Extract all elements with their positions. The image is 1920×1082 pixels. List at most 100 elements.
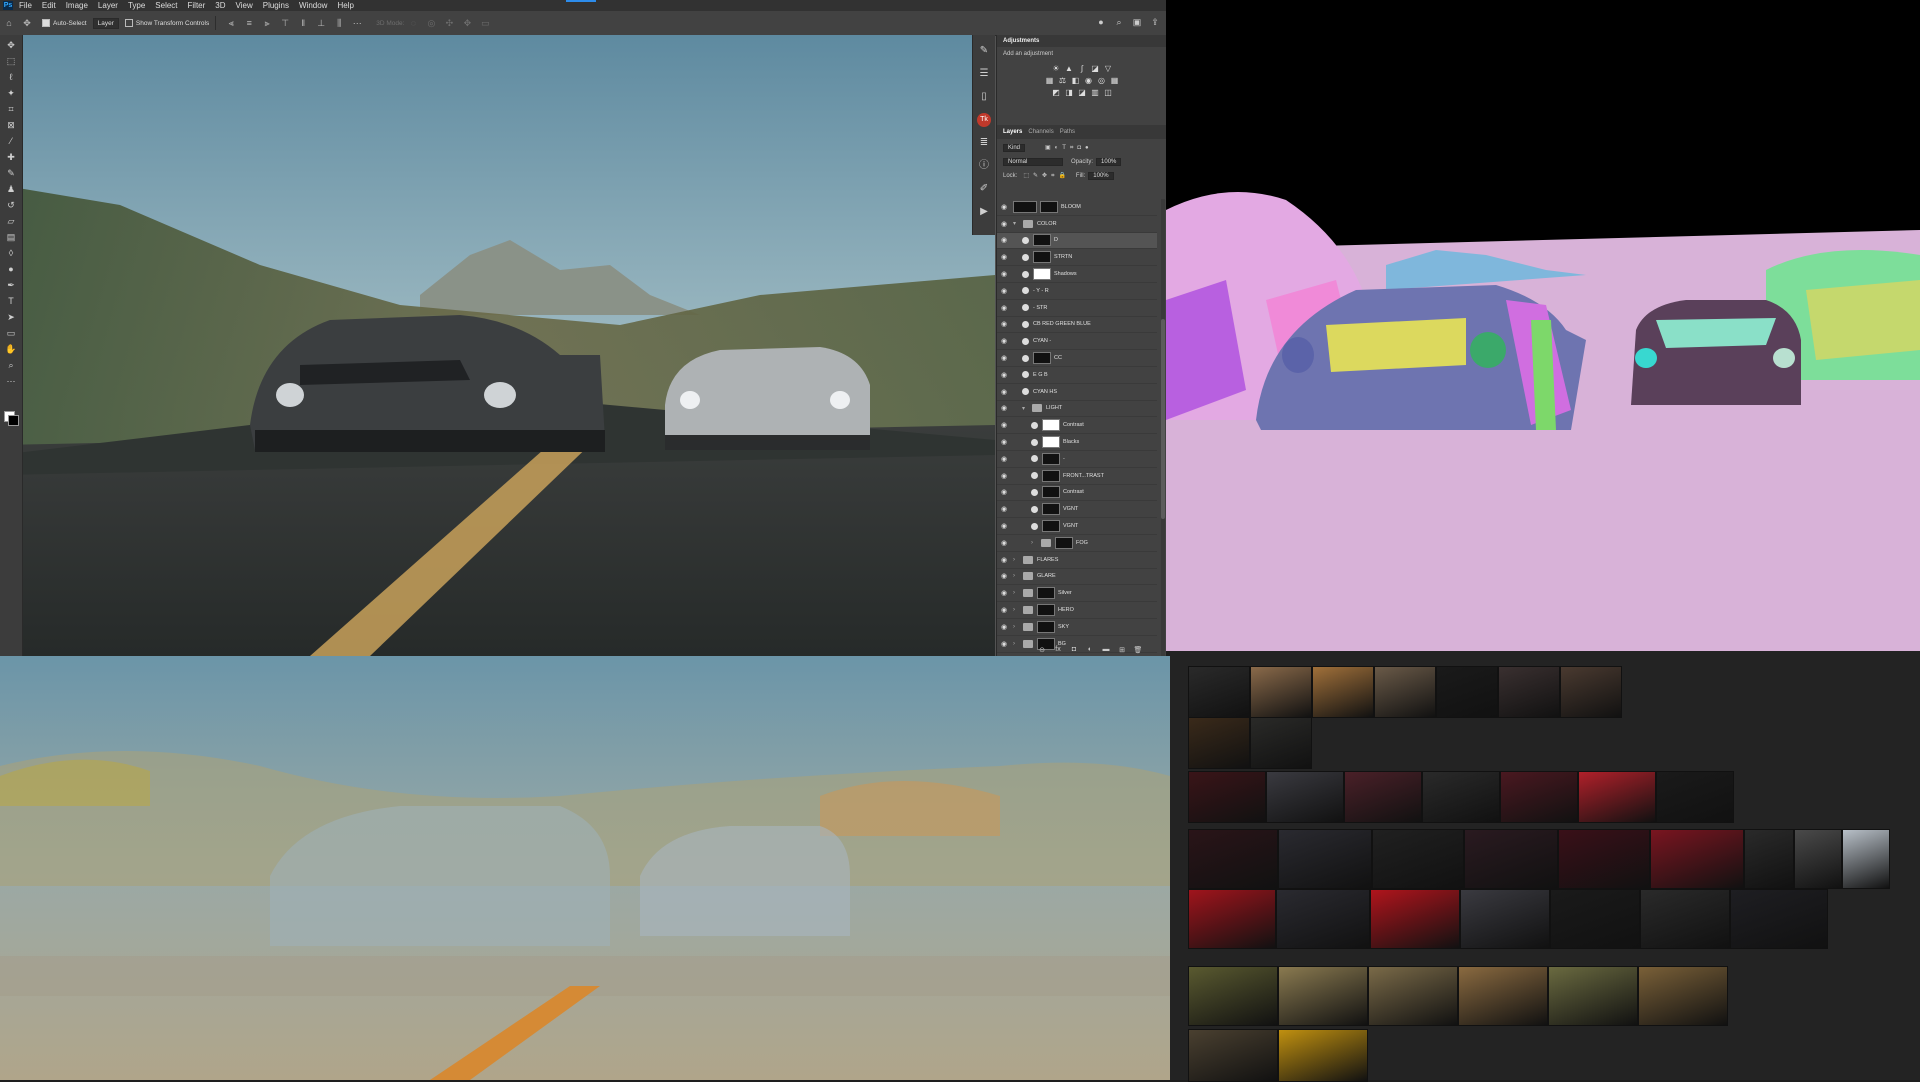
dodge-icon[interactable]: ● — [5, 263, 17, 275]
lock-icons[interactable]: ⬚✎✥⌗🔒 — [1023, 172, 1070, 180]
reference-thumbnail[interactable] — [1578, 771, 1656, 823]
visibility-eye-icon[interactable]: ◉ — [999, 488, 1009, 496]
3d-pan-icon[interactable]: ✣ — [444, 18, 454, 28]
posterize-icon[interactable]: ◨ — [1065, 88, 1074, 97]
layer-name[interactable]: Blacks — [1063, 439, 1079, 445]
new-group-icon[interactable]: ▬ — [1101, 646, 1111, 654]
move-tool-icon[interactable]: ✥ — [22, 18, 32, 28]
new-layer-icon[interactable]: ⊞ — [1117, 646, 1127, 654]
plugin-icon[interactable]: Tk — [977, 113, 991, 127]
group-expand-icon[interactable]: › — [1013, 624, 1021, 630]
align-center-icon[interactable]: ≡ — [244, 18, 254, 28]
reference-thumbnail[interactable] — [1558, 829, 1650, 889]
adjust-sliders-icon[interactable]: ≣ — [977, 136, 991, 150]
group-expand-icon[interactable]: › — [1013, 641, 1021, 647]
layer-mask-thumbnail[interactable] — [1042, 486, 1060, 499]
reference-thumbnail[interactable] — [1500, 771, 1578, 823]
layer-mask-thumbnail[interactable] — [1033, 352, 1051, 365]
layer-name[interactable]: CB RED GREEN BLUE — [1033, 321, 1091, 327]
document-canvas[interactable] — [0, 35, 995, 656]
visibility-eye-icon[interactable]: ◉ — [999, 623, 1009, 631]
filter-icons[interactable]: ▣◐T⌗◘● — [1045, 144, 1093, 152]
visibility-eye-icon[interactable]: ◉ — [999, 253, 1009, 261]
brush-settings-icon[interactable]: ✐ — [977, 182, 991, 196]
layer-mask-thumbnail[interactable] — [1042, 436, 1060, 449]
reference-thumbnail[interactable] — [1250, 717, 1312, 769]
distribute-icon[interactable]: ⫼ — [334, 18, 344, 28]
color-lookup-icon[interactable]: ▦ — [1110, 76, 1119, 85]
reference-thumbnail[interactable] — [1188, 666, 1250, 718]
menu-layer[interactable]: Layer — [98, 1, 118, 10]
workspace-icon[interactable]: ▣ — [1132, 17, 1142, 27]
visibility-eye-icon[interactable]: ◉ — [999, 404, 1009, 412]
reference-thumbnail[interactable] — [1278, 829, 1372, 889]
layer-row[interactable]: ◉ Contrast — [997, 417, 1157, 435]
crop-icon[interactable]: ⌗ — [5, 103, 17, 115]
layer-row[interactable]: ◉ - STR — [997, 300, 1157, 317]
layer-name[interactable]: VGNT — [1063, 523, 1078, 529]
properties-icon[interactable]: ☰ — [977, 67, 991, 81]
fill-field[interactable]: 100% — [1088, 172, 1114, 180]
layer-row[interactable]: ◉ › FOG — [997, 535, 1157, 552]
visibility-eye-icon[interactable]: ◉ — [999, 556, 1009, 564]
group-expand-icon[interactable]: › — [1013, 557, 1021, 563]
fx-icon[interactable]: fx — [1053, 646, 1063, 654]
export-icon[interactable]: ⇪ — [1150, 17, 1160, 27]
layer-name[interactable]: SKY — [1058, 624, 1069, 630]
group-expand-icon[interactable]: › — [1013, 573, 1021, 579]
align-right-icon[interactable]: ⫸ — [262, 18, 272, 28]
reference-thumbnail[interactable] — [1548, 966, 1638, 1026]
layer-name[interactable]: CC — [1054, 355, 1062, 361]
reference-thumbnail[interactable] — [1794, 829, 1842, 889]
libraries-icon[interactable]: ▯ — [977, 90, 991, 104]
reference-thumbnail[interactable] — [1458, 966, 1548, 1026]
layer-name[interactable]: Shadows — [1054, 271, 1077, 277]
layer-mask-thumbnail[interactable] — [1033, 251, 1051, 264]
layer-row[interactable]: ◉ Shadows — [997, 266, 1157, 283]
reference-thumbnail[interactable] — [1498, 666, 1560, 718]
layer-mask-thumbnail[interactable] — [1042, 520, 1060, 533]
visibility-eye-icon[interactable]: ◉ — [999, 438, 1009, 446]
layer-name[interactable]: - STR — [1033, 305, 1047, 311]
layer-name[interactable]: CYAN - — [1033, 338, 1051, 344]
blur-icon[interactable]: ◊ — [5, 247, 17, 259]
background-color-swatch[interactable] — [8, 415, 19, 426]
menu-filter[interactable]: Filter — [188, 1, 206, 10]
zoom-icon[interactable]: ⌕ — [5, 359, 17, 371]
opacity-field[interactable]: 100% — [1096, 158, 1122, 166]
exposure-icon[interactable]: ◪ — [1091, 64, 1100, 73]
reference-thumbnail[interactable] — [1250, 666, 1312, 718]
layer-row[interactable]: ◉ › HERO — [997, 602, 1157, 619]
layer-mask-thumbnail[interactable] — [1033, 234, 1051, 247]
reference-thumbnail[interactable] — [1730, 889, 1828, 949]
history-brush-icon[interactable]: ↺ — [5, 199, 17, 211]
photo-filter-icon[interactable]: ◉ — [1084, 76, 1093, 85]
reference-thumbnail[interactable] — [1188, 966, 1278, 1026]
adjustment-layer-icon[interactable]: ◐ — [1085, 646, 1095, 654]
layer-name[interactable]: Silver — [1058, 590, 1072, 596]
layer-name[interactable]: - Y - R — [1033, 288, 1049, 294]
menu-3d[interactable]: 3D — [215, 1, 225, 10]
visibility-eye-icon[interactable]: ◉ — [999, 606, 1009, 614]
reference-thumbnail[interactable] — [1344, 771, 1422, 823]
layer-name[interactable]: E G B — [1033, 372, 1048, 378]
visibility-eye-icon[interactable]: ◉ — [999, 287, 1009, 295]
search-icon[interactable]: ⌕ — [1114, 17, 1124, 27]
levels-icon[interactable]: ▲ — [1065, 64, 1074, 73]
reference-thumbnail[interactable] — [1436, 666, 1498, 718]
3d-roll-icon[interactable]: ◎ — [426, 18, 436, 28]
menu-window[interactable]: Window — [299, 1, 327, 10]
home-icon[interactable]: ⌂ — [4, 18, 14, 28]
visibility-eye-icon[interactable]: ◉ — [999, 589, 1009, 597]
invert-icon[interactable]: ◩ — [1052, 88, 1061, 97]
visibility-eye-icon[interactable]: ◉ — [999, 388, 1009, 396]
layer-row[interactable]: ◉ Contrast — [997, 485, 1157, 502]
visibility-eye-icon[interactable]: ◉ — [999, 539, 1009, 547]
reference-thumbnail[interactable] — [1278, 1029, 1368, 1082]
reference-thumbnail[interactable] — [1650, 829, 1744, 889]
visibility-eye-icon[interactable]: ◉ — [999, 505, 1009, 513]
reference-thumbnail[interactable] — [1744, 829, 1794, 889]
menu-plugins[interactable]: Plugins — [263, 1, 289, 10]
3d-camera-icon[interactable]: ▭ — [480, 18, 490, 28]
layer-row[interactable]: ◉ Blacks — [997, 434, 1157, 451]
